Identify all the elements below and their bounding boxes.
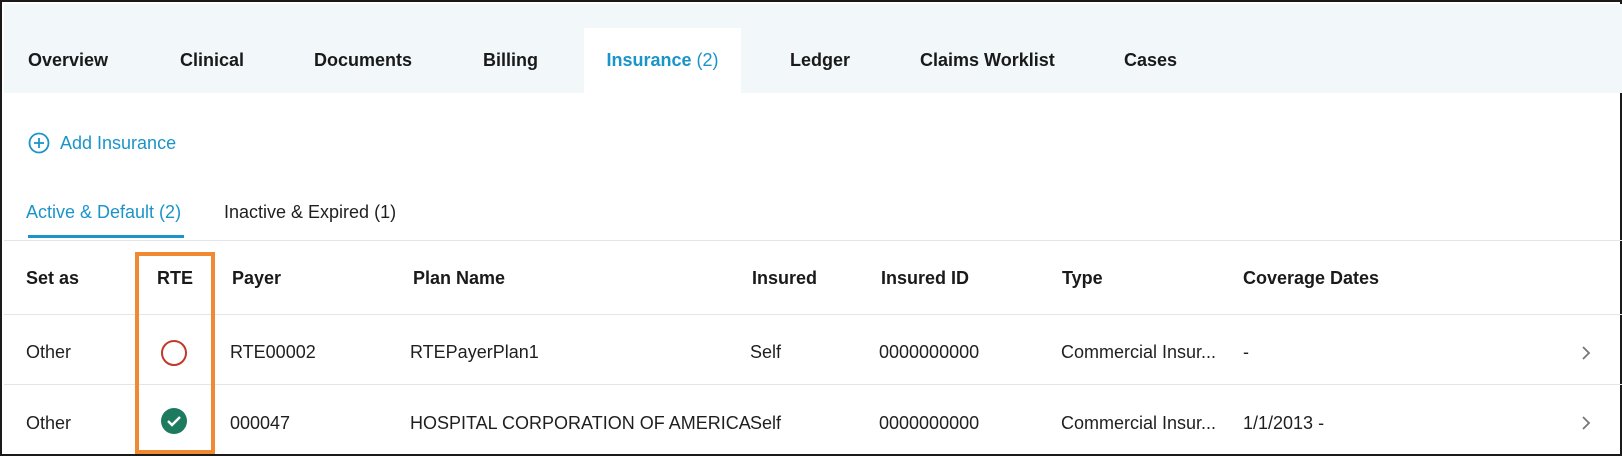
tab-insurance-label: Insurance: [606, 50, 692, 70]
header-insured: Insured: [752, 268, 818, 288]
header-payer: Payer: [232, 268, 282, 288]
rte-column-highlight: [135, 252, 215, 454]
tab-ledger[interactable]: Ledger: [790, 4, 850, 93]
tab-clinical[interactable]: Clinical: [180, 4, 244, 93]
cell-set-as: Other: [26, 342, 72, 362]
cell-set-as: Other: [26, 413, 72, 433]
cell-type: Commercial Insur...: [1061, 413, 1217, 433]
divider: [4, 314, 1622, 315]
plus-circle-icon: [28, 132, 50, 154]
cell-insured-id: 0000000000: [879, 342, 980, 362]
tab-documents[interactable]: Documents: [314, 4, 412, 93]
header-insured-id: Insured ID: [881, 268, 970, 288]
chevron-right-icon[interactable]: [1580, 414, 1592, 432]
header-set-as: Set as: [26, 268, 80, 288]
cell-coverage-dates: 1/1/2013 -: [1243, 413, 1325, 433]
cell-type: Commercial Insur...: [1061, 342, 1217, 362]
cell-insured-id: 0000000000: [879, 413, 980, 433]
tab-billing[interactable]: Billing: [483, 4, 538, 93]
cell-payer: 000047: [230, 413, 291, 433]
insurance-panel: Overview Clinical Documents Billing Insu…: [0, 0, 1622, 456]
top-tab-bar: Overview Clinical Documents Billing Insu…: [4, 4, 1622, 93]
header-coverage-dates: Coverage Dates: [1243, 268, 1380, 288]
tab-cases[interactable]: Cases: [1124, 4, 1177, 93]
cell-insured: Self: [750, 413, 782, 433]
header-plan-name: Plan Name: [413, 268, 506, 288]
tab-claims-worklist[interactable]: Claims Worklist: [920, 4, 1055, 93]
header-type: Type: [1062, 268, 1103, 288]
subtab-active-default[interactable]: Active & Default (2): [26, 202, 181, 223]
subtab-inactive-expired[interactable]: Inactive & Expired (1): [224, 202, 396, 223]
chevron-right-icon[interactable]: [1580, 344, 1592, 362]
tab-insurance-count: (2): [696, 50, 719, 70]
cell-payer: RTE00002: [230, 342, 316, 362]
add-insurance-label: Add Insurance: [60, 132, 177, 153]
divider: [4, 384, 1622, 385]
tab-overview[interactable]: Overview: [28, 4, 108, 93]
cell-coverage-dates: -: [1243, 342, 1249, 362]
cell-plan-name: RTEPayerPlan1: [410, 342, 539, 362]
add-insurance-button[interactable]: Add Insurance: [28, 130, 176, 156]
active-subtab-indicator: [28, 235, 184, 238]
divider: [4, 240, 1622, 241]
cell-plan-name: HOSPITAL CORPORATION OF AMERICA: [410, 413, 751, 433]
cell-insured: Self: [750, 342, 782, 362]
tab-insurance[interactable]: Insurance (2): [584, 28, 741, 93]
